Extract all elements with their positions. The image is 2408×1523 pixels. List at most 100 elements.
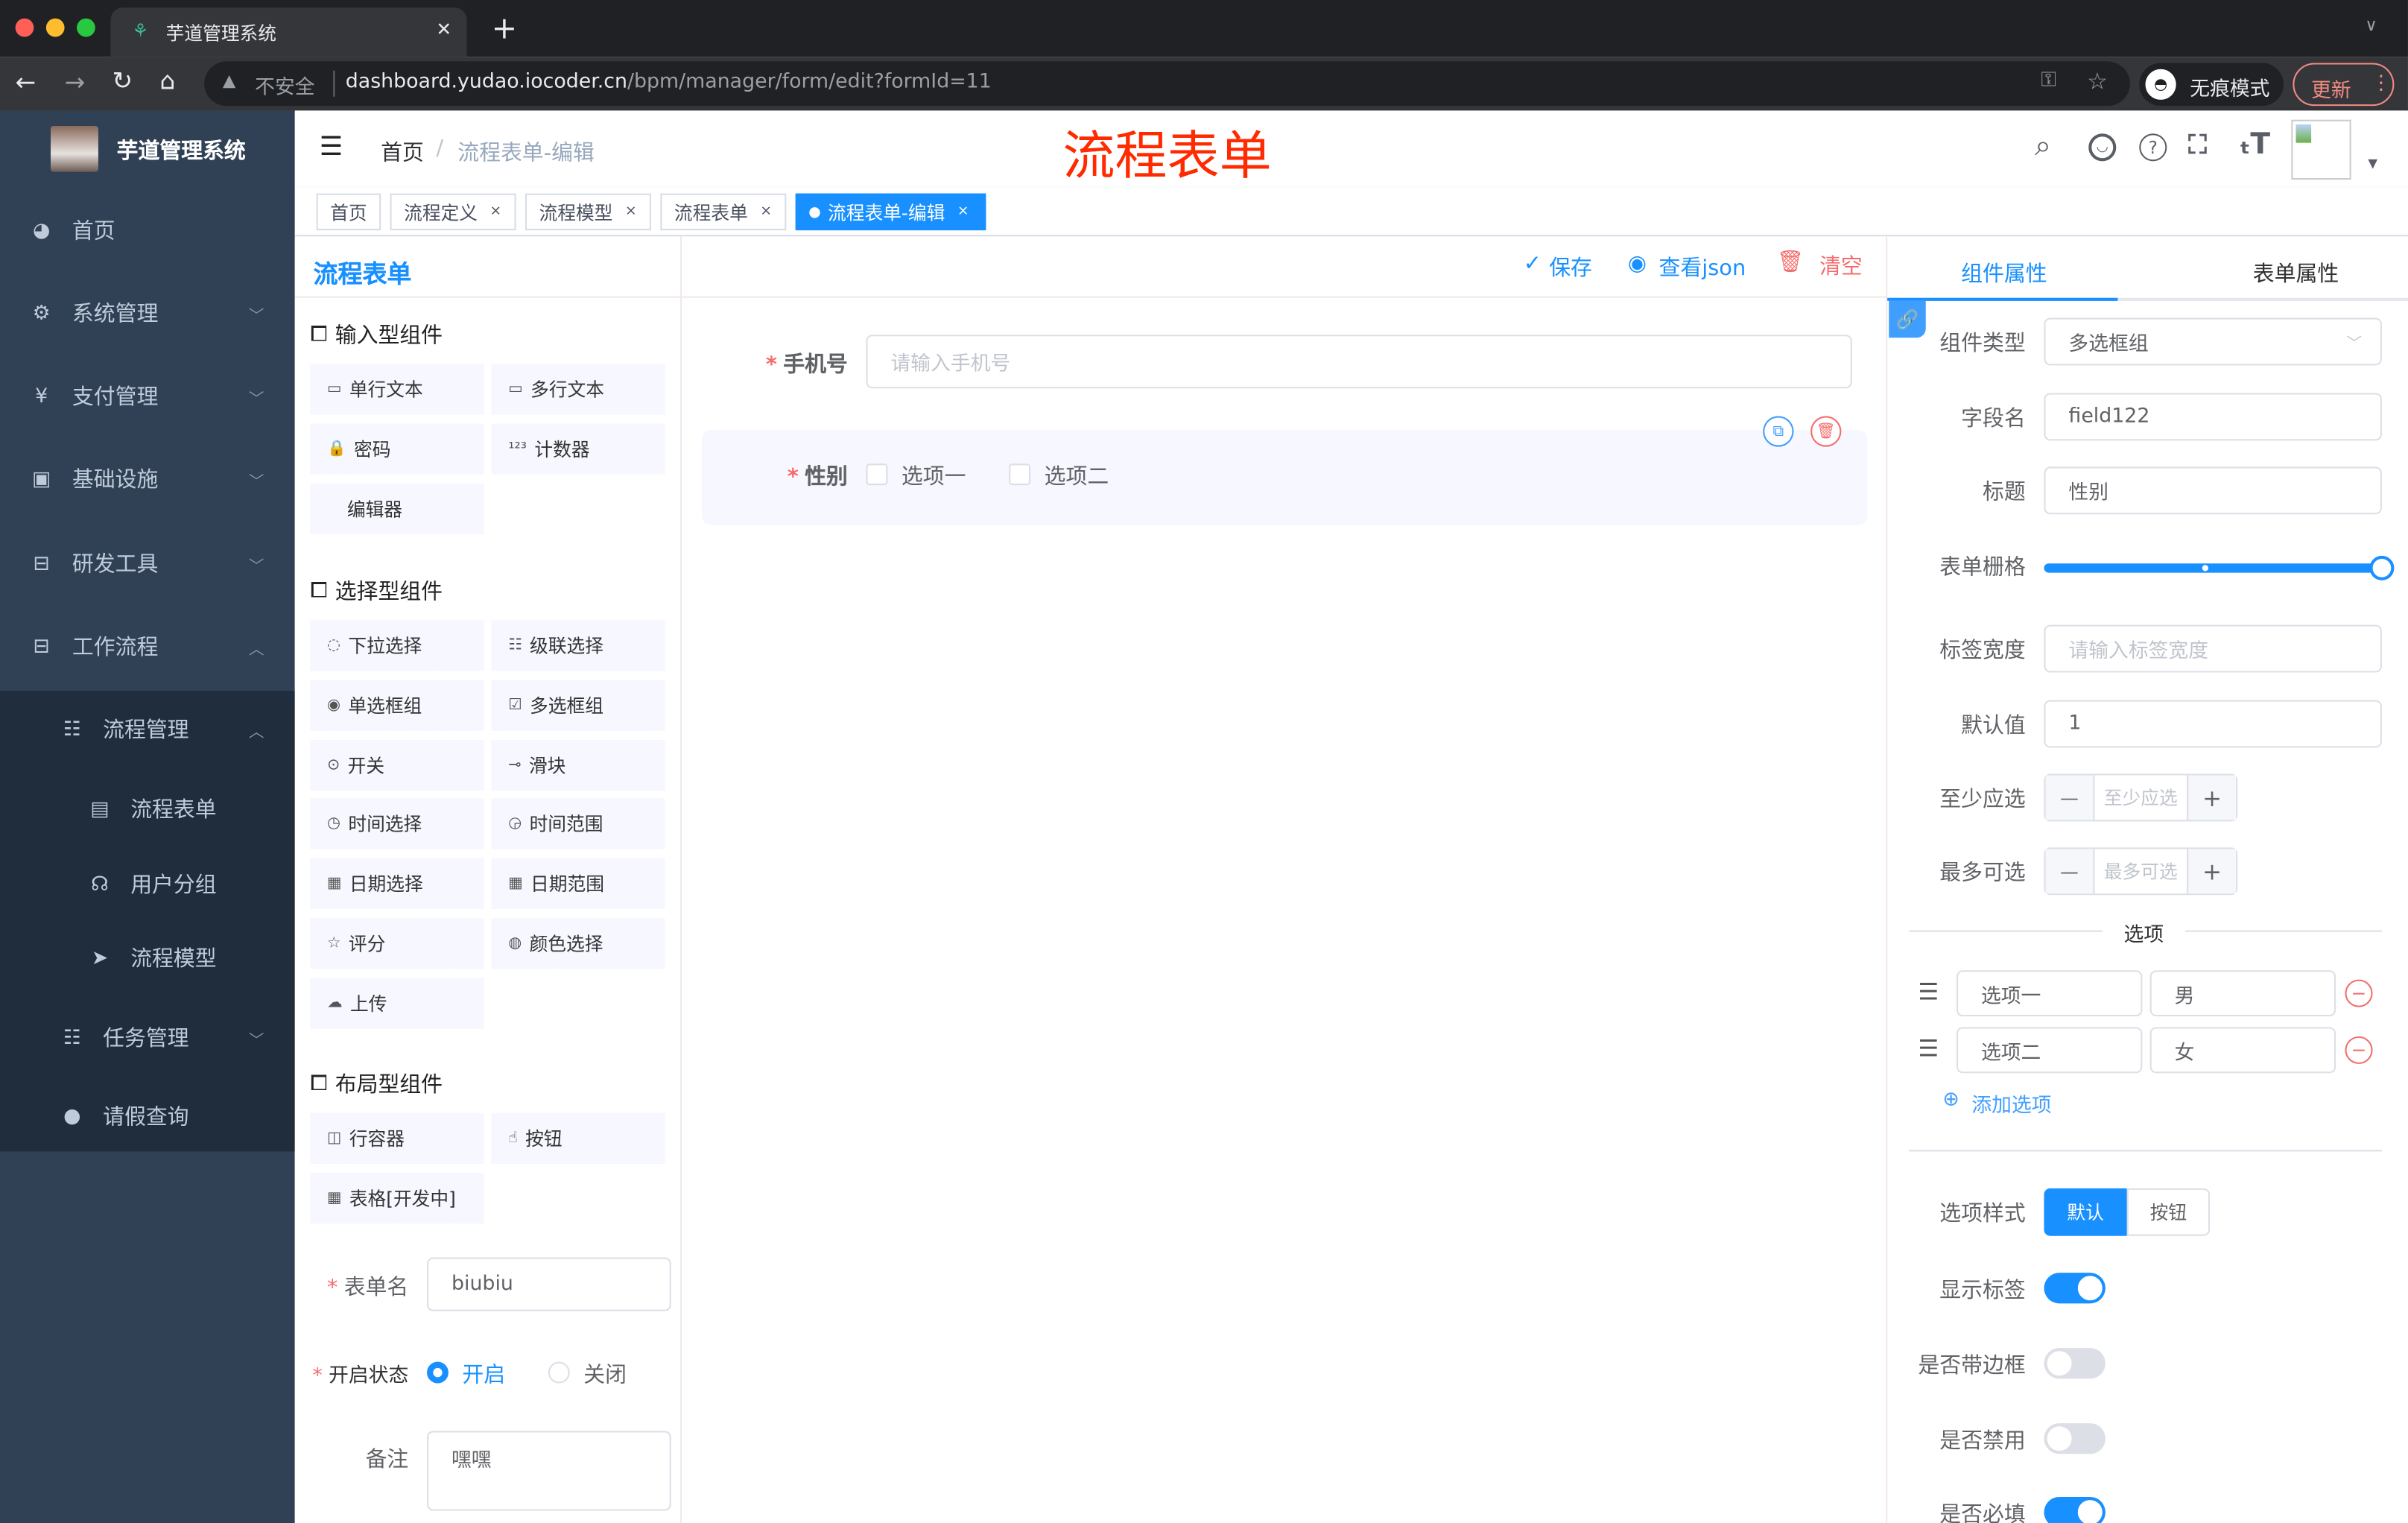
remove-option-icon[interactable]: − [2345, 1036, 2373, 1064]
sidebar-item[interactable]: ☷ 流程管理 ︿ [0, 691, 295, 767]
component-item[interactable]: ◶ 时间范围 [491, 799, 665, 850]
sidebar-item[interactable]: ▣ 基础设施 ﹀ [0, 440, 295, 517]
font-size-icon[interactable]: ₜT [2239, 127, 2270, 161]
reload-icon[interactable]: ↻ [112, 66, 133, 95]
status-on-radio[interactable] [427, 1361, 449, 1384]
tab-form-props[interactable]: 表单属性 [2253, 258, 2339, 288]
component-type-select[interactable]: 多选框组 ﹀ [2044, 317, 2382, 366]
fullscreen-icon[interactable]: ⛶ [2188, 130, 2207, 161]
tag-item[interactable]: 流程定义 × [390, 193, 516, 231]
key-icon[interactable]: ⚿ [2041, 69, 2056, 92]
option-label-input[interactable]: 选项二 [1956, 1027, 2143, 1074]
remove-option-icon[interactable]: − [2345, 979, 2373, 1007]
url-bar[interactable]: ▲ 不安全 dashboard.yudao.iocoder.cn/bpm/man… [204, 61, 2130, 107]
clear-button[interactable]: 🗑 清空 [1777, 250, 1863, 281]
close-tag-icon[interactable]: × [957, 204, 969, 220]
status-off-label[interactable]: 关闭 [583, 1359, 627, 1390]
tag-item[interactable]: 流程模型 × [525, 193, 651, 231]
component-item[interactable]: ◉ 单选框组 [310, 680, 484, 731]
component-item[interactable]: ⊸ 滑块 [491, 739, 665, 791]
sidebar-item[interactable]: ● 请假查询 [0, 1077, 295, 1154]
component-item[interactable]: ▭ 单行文本 [310, 364, 484, 415]
sidebar-item[interactable]: ◕ 首页 [0, 192, 295, 269]
drag-handle-icon[interactable]: ☰ [1918, 978, 1939, 1006]
update-button[interactable]: 更新 ⋮ [2293, 63, 2395, 107]
hamburger-icon[interactable]: ☰ [320, 132, 343, 162]
close-tab-icon[interactable]: ✕ [436, 19, 452, 40]
close-tag-icon[interactable]: × [760, 204, 772, 220]
min-select-placeholder[interactable]: 至少应选 [2094, 776, 2187, 820]
view-json-button[interactable]: ◉ 查看json [1628, 252, 1746, 282]
component-item[interactable]: ▦ 日期选择 [310, 858, 484, 910]
minus-icon[interactable]: — [2045, 775, 2095, 820]
component-item[interactable]: ◍ 颜色选择 [491, 918, 665, 969]
toggle-switch[interactable] [2044, 1348, 2106, 1379]
browser-tab[interactable]: ⚘ 芋道管理系统 ✕ [110, 7, 467, 57]
grid-slider[interactable] [2044, 555, 2395, 580]
component-item[interactable]: ▭ 多行文本 [491, 364, 665, 415]
sidebar-item[interactable]: ➤ 流程模型 [0, 919, 295, 996]
tag-item[interactable]: 流程表单 × [660, 193, 787, 231]
toggle-switch[interactable] [2044, 1273, 2106, 1304]
component-item[interactable]: ◫ 行容器 [310, 1112, 484, 1164]
tag-item[interactable]: 流程表单-编辑 × [795, 193, 986, 231]
incognito-badge[interactable]: ◓ 无痕模式 [2139, 63, 2284, 107]
plus-icon[interactable]: + [2187, 775, 2237, 820]
option-label-input[interactable]: 选项一 [1956, 970, 2143, 1017]
status-off-radio[interactable] [548, 1361, 570, 1384]
forward-icon[interactable]: → [65, 68, 86, 97]
drag-handle-icon[interactable]: ☰ [1918, 1035, 1939, 1063]
component-item[interactable]: 🔒 密码 [310, 423, 484, 475]
sidebar-item[interactable]: ⚙ 系统管理 ﹀ [0, 275, 295, 352]
toggle-switch[interactable] [2044, 1496, 2106, 1523]
form-remark-textarea[interactable]: 嘿嘿 [427, 1431, 671, 1511]
plus-icon[interactable]: + [2187, 849, 2237, 894]
new-tab-button[interactable]: + [492, 9, 518, 45]
option-value-input[interactable]: 男 [2149, 970, 2336, 1017]
title-input[interactable]: 性别 [2044, 466, 2382, 515]
sidebar-item[interactable]: ¥ 支付管理 ﹀ [0, 358, 295, 434]
component-item[interactable]: 编辑器 [310, 483, 484, 534]
caret-down-icon[interactable]: ▼ [2368, 156, 2377, 171]
help-icon[interactable]: ? [2139, 133, 2167, 162]
option-style-1[interactable]: 按钮 [2126, 1188, 2211, 1236]
github-icon[interactable]: ◡ [2088, 133, 2117, 162]
star-icon[interactable]: ☆ [2087, 68, 2108, 95]
component-item[interactable]: ☁ 上传 [310, 978, 484, 1029]
search-icon[interactable]: ⌕ [2035, 129, 2051, 162]
option-style-0[interactable]: 默认 [2044, 1188, 2127, 1236]
sidebar-item[interactable]: ▤ 流程表单 [0, 770, 295, 847]
component-item[interactable]: ▦ 表格[开发中] [310, 1172, 484, 1223]
sidebar-item[interactable]: ☊ 用户分组 [0, 846, 295, 922]
default-value-input[interactable]: 1 [2044, 700, 2382, 748]
tab-search-icon[interactable]: ∨ [2365, 16, 2377, 36]
delete-field-icon[interactable]: 🗑 [1810, 416, 1842, 447]
copy-field-icon[interactable]: ⧉ [1763, 416, 1794, 447]
component-item[interactable]: ◌ 下拉选择 [310, 620, 484, 671]
component-item[interactable]: ◷ 时间选择 [310, 799, 484, 850]
status-on-label[interactable]: 开启 [462, 1359, 505, 1390]
minimize-window-button[interactable] [45, 18, 65, 37]
add-option-button[interactable]: ⊕ 添加选项 [1942, 1089, 2051, 1118]
sidebar-item[interactable]: ⊟ 工作流程 ︿ [0, 608, 295, 685]
home-icon[interactable]: ⌂ [159, 66, 175, 95]
min-select-stepper[interactable]: — 至少应选 + [2044, 773, 2238, 822]
max-select-stepper[interactable]: — 最多可选 + [2044, 847, 2238, 896]
back-icon[interactable]: ← [16, 68, 37, 97]
field-name-input[interactable]: field122 [2044, 393, 2382, 441]
close-window-button[interactable] [15, 18, 34, 37]
component-item[interactable]: ☷ 级联选择 [491, 620, 665, 671]
max-select-placeholder[interactable]: 最多可选 [2094, 849, 2187, 893]
breadcrumb-home[interactable]: 首页 [381, 136, 424, 167]
component-item[interactable]: ☑ 多选框组 [491, 680, 665, 731]
tag-item[interactable]: 首页 [316, 193, 381, 231]
option-2-checkbox[interactable] [1009, 463, 1031, 486]
menu-dots-icon[interactable]: ⋮ [2371, 72, 2391, 95]
close-tag-icon[interactable]: × [625, 204, 637, 220]
phone-input[interactable]: 请输入手机号 [866, 335, 1852, 389]
component-item[interactable]: ¹²³ 计数器 [491, 423, 665, 475]
label-width-input[interactable]: 请输入标签宽度 [2044, 624, 2382, 673]
save-button[interactable]: ✓ 保存 [1524, 252, 1592, 282]
close-tag-icon[interactable]: × [490, 204, 502, 220]
tab-component-props[interactable]: 组件属性 [1961, 258, 2047, 288]
